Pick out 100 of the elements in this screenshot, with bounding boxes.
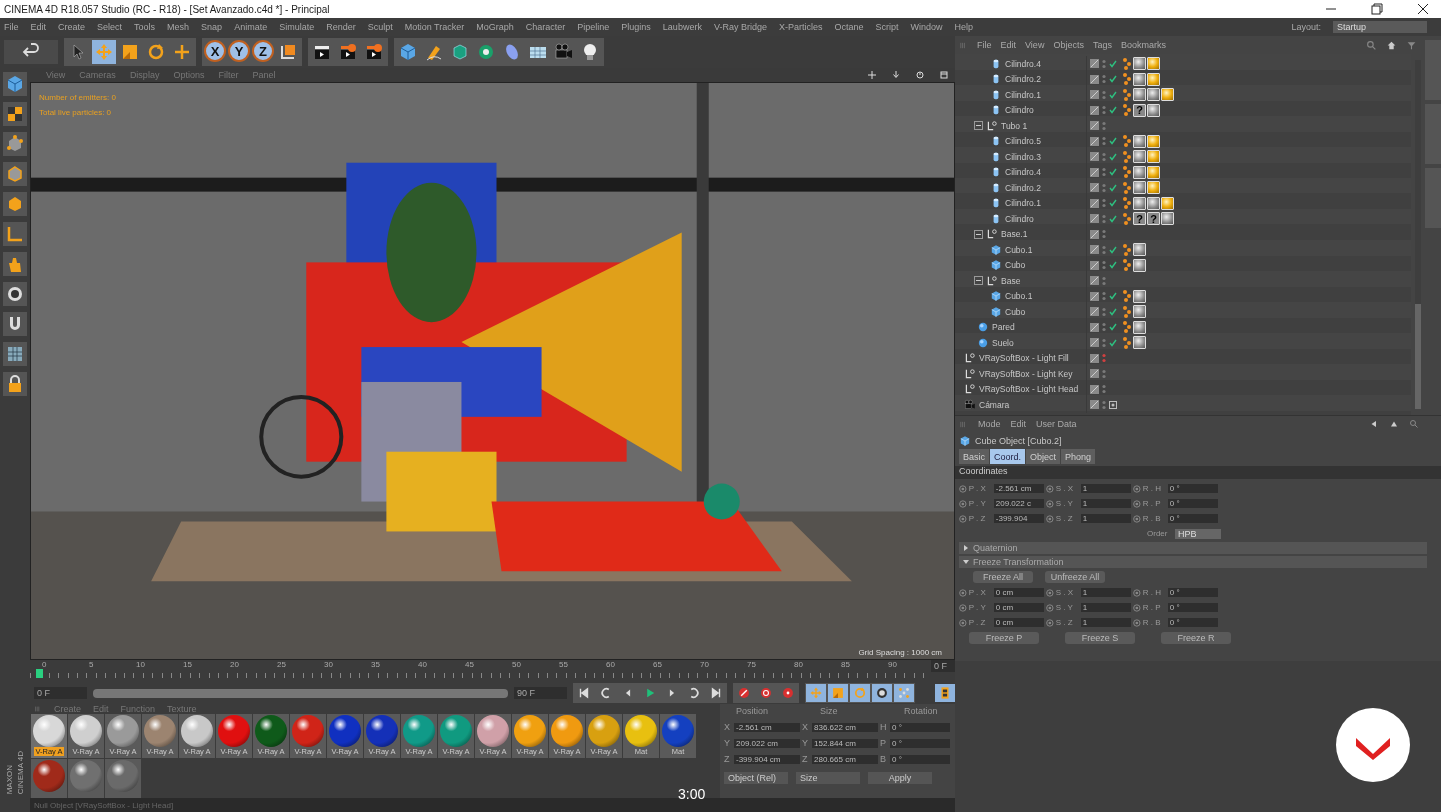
menu-item[interactable]: Motion Tracker bbox=[404, 22, 465, 32]
material-tag[interactable] bbox=[1133, 88, 1146, 102]
maximize-icon[interactable] bbox=[939, 70, 949, 80]
menu-item[interactable]: Window bbox=[910, 22, 943, 32]
object-name[interactable]: Cubo.1 bbox=[1005, 291, 1033, 302]
layer-icon[interactable] bbox=[1090, 276, 1099, 286]
object-name[interactable]: Tubo 1 bbox=[1001, 120, 1028, 131]
phong-tag-icon[interactable] bbox=[1122, 149, 1132, 164]
material-tag[interactable] bbox=[1147, 196, 1160, 210]
size-dropdown[interactable]: Size bbox=[796, 772, 860, 784]
material-tag[interactable] bbox=[1133, 258, 1146, 272]
material-tag[interactable] bbox=[1147, 165, 1160, 179]
material-tag[interactable] bbox=[1147, 88, 1160, 102]
layer-icon[interactable] bbox=[1090, 260, 1099, 270]
value-field[interactable]: -399.904 bbox=[993, 514, 1044, 523]
material-tag[interactable] bbox=[1133, 320, 1146, 334]
timeline-icon[interactable] bbox=[935, 684, 955, 702]
object-name[interactable]: Base.1 bbox=[1001, 229, 1028, 240]
back-arrow-icon[interactable] bbox=[1369, 419, 1379, 429]
menu-item[interactable]: Script bbox=[875, 22, 899, 32]
material-tag[interactable]: ? bbox=[1133, 103, 1146, 117]
apply-button[interactable]: Apply bbox=[868, 772, 932, 784]
hand-icon[interactable] bbox=[3, 252, 27, 276]
up-arrow-icon[interactable] bbox=[1389, 419, 1399, 429]
attributes-menu-item[interactable]: Mode bbox=[978, 419, 1001, 429]
filter-icon[interactable] bbox=[1406, 39, 1417, 51]
axis-lock-button[interactable]: Z bbox=[252, 40, 274, 62]
menu-item[interactable]: Sculpt bbox=[367, 22, 393, 32]
dots-icon[interactable] bbox=[894, 684, 915, 702]
value-field[interactable]: 209.022 c bbox=[993, 499, 1044, 508]
value-field[interactable]: 0 cm bbox=[993, 618, 1044, 627]
layer-icon[interactable] bbox=[1090, 338, 1099, 348]
object-name[interactable]: Cilindro.5 bbox=[1005, 136, 1041, 147]
phong-tag-icon[interactable] bbox=[1122, 103, 1132, 118]
visibility-dots[interactable] bbox=[1102, 399, 1106, 410]
coordinate-field[interactable]: 0 ° bbox=[890, 754, 950, 764]
attributes-menu-item[interactable]: Edit bbox=[1010, 419, 1027, 429]
material-tag[interactable] bbox=[1161, 196, 1174, 210]
orbit-icon[interactable] bbox=[915, 70, 925, 80]
layer-icon[interactable] bbox=[1090, 136, 1099, 146]
material-tag[interactable] bbox=[1133, 165, 1146, 179]
checkmark-icon[interactable] bbox=[1109, 183, 1117, 192]
value-field[interactable]: -2.561 cm bbox=[993, 484, 1044, 493]
checkmark-icon[interactable] bbox=[1109, 168, 1117, 177]
object-name[interactable]: Cámara bbox=[979, 399, 1010, 410]
object-name[interactable]: Cilindro.4 bbox=[1005, 167, 1041, 178]
object-menu-item[interactable]: Bookmarks bbox=[1120, 40, 1166, 50]
visibility-dots[interactable] bbox=[1102, 384, 1106, 395]
points-icon[interactable] bbox=[3, 132, 27, 156]
visibility-dots[interactable] bbox=[1102, 89, 1106, 100]
menu-item[interactable]: File bbox=[4, 22, 19, 32]
visibility-dots[interactable] bbox=[1102, 244, 1106, 255]
phong-tag-icon[interactable] bbox=[1122, 196, 1132, 211]
object-name[interactable]: Cilindro.3 bbox=[1005, 151, 1041, 162]
group-header[interactable]: Freeze Transformation bbox=[959, 556, 1427, 568]
layer-icon[interactable] bbox=[1090, 353, 1099, 363]
start-frame-field[interactable]: 0 F bbox=[34, 687, 88, 699]
material-swatch[interactable] bbox=[68, 759, 104, 798]
menu-item[interactable]: Help bbox=[954, 22, 973, 32]
layer-icon[interactable] bbox=[1090, 229, 1099, 239]
freeze-button[interactable]: Freeze All bbox=[973, 571, 1033, 583]
object-name[interactable]: Cubo bbox=[1005, 260, 1026, 271]
material-tag[interactable] bbox=[1133, 196, 1146, 210]
visibility-dots[interactable] bbox=[1102, 167, 1106, 178]
visibility-dots[interactable] bbox=[1102, 229, 1106, 240]
close-icon[interactable] bbox=[1417, 3, 1429, 15]
checkmark-icon[interactable] bbox=[1109, 307, 1117, 316]
layer-icon[interactable] bbox=[1090, 167, 1099, 177]
object-menu-item[interactable]: Objects bbox=[1053, 40, 1084, 50]
visibility-dots[interactable] bbox=[1102, 120, 1106, 131]
menu-item[interactable]: Edit bbox=[30, 22, 47, 32]
object-name[interactable]: Cilindro.1 bbox=[1005, 89, 1041, 100]
layer-icon[interactable] bbox=[1090, 400, 1099, 410]
expand-toggle[interactable] bbox=[974, 229, 983, 239]
value-field[interactable]: 0 ° bbox=[1167, 618, 1218, 627]
coordinate-field[interactable]: 836.622 cm bbox=[812, 722, 878, 732]
coordinate-field[interactable]: 0 ° bbox=[890, 738, 950, 748]
visibility-dots[interactable] bbox=[1102, 368, 1106, 379]
search-icon[interactable] bbox=[1366, 39, 1377, 51]
menu-item[interactable]: V-Ray Bridge bbox=[713, 22, 767, 32]
viewport-menu-item[interactable]: View bbox=[46, 70, 66, 80]
mode-dropdown[interactable]: Object (Rel) bbox=[724, 772, 788, 784]
material-tag[interactable] bbox=[1133, 289, 1146, 303]
pan-icon[interactable] bbox=[867, 70, 877, 80]
polygons-icon[interactable] bbox=[3, 192, 27, 216]
menu-item[interactable]: Simulate bbox=[279, 22, 315, 32]
phong-tag-icon[interactable] bbox=[1122, 304, 1132, 319]
checkmark-icon[interactable] bbox=[1109, 214, 1117, 223]
layer-icon[interactable] bbox=[1090, 369, 1099, 379]
material-tag[interactable] bbox=[1133, 336, 1146, 350]
checkmark-icon[interactable] bbox=[1109, 75, 1117, 84]
edges-icon[interactable] bbox=[3, 162, 27, 186]
phong-tag-icon[interactable] bbox=[1122, 134, 1132, 149]
material-tag[interactable] bbox=[1147, 181, 1160, 195]
attribute-tab[interactable]: Basic bbox=[959, 449, 989, 464]
layer-icon[interactable] bbox=[1090, 307, 1099, 317]
parameter-icon[interactable] bbox=[872, 684, 893, 702]
visibility-dots[interactable] bbox=[1102, 306, 1106, 317]
layer-icon[interactable] bbox=[1090, 245, 1099, 255]
expand-toggle[interactable] bbox=[974, 121, 983, 131]
